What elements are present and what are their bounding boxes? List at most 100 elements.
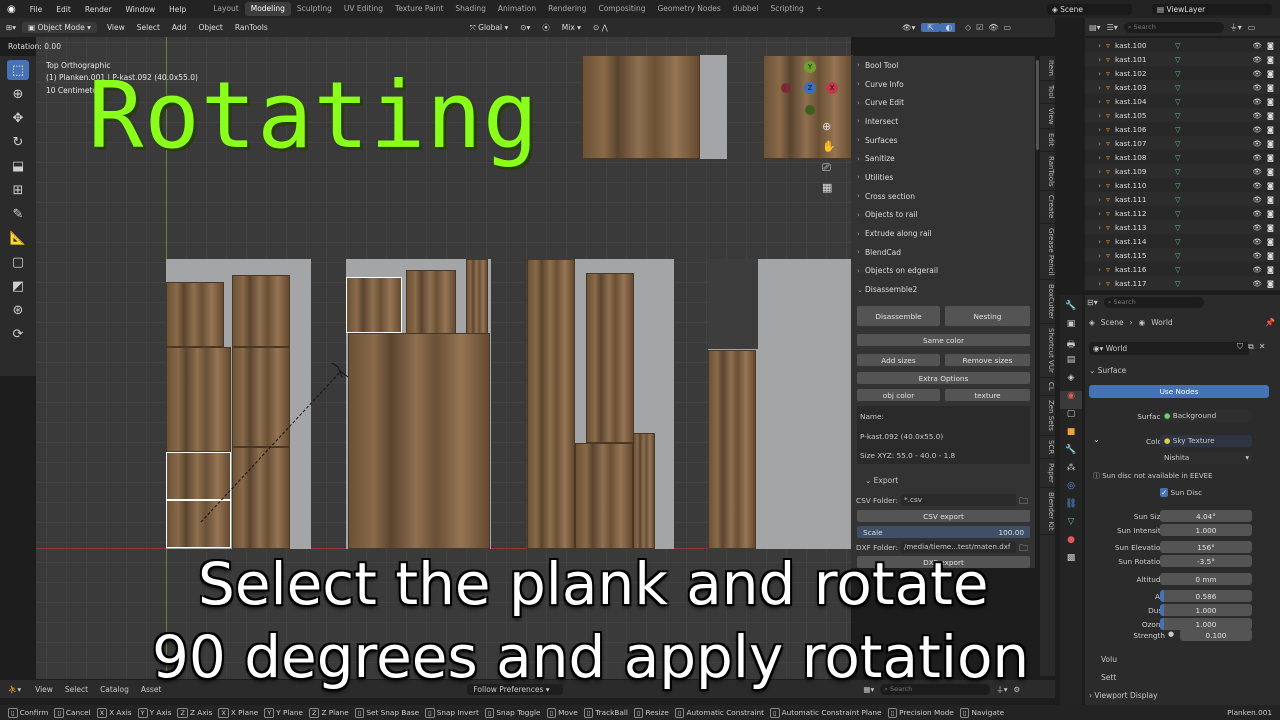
physics-props-icon[interactable]: ◎ — [1060, 481, 1082, 499]
eye-icon[interactable]: 👁 — [1253, 69, 1262, 78]
close-icon[interactable]: ✕ — [1259, 342, 1266, 352]
outliner-row[interactable]: › ▿ kast.108 ▽ 👁 ◙ — [1085, 150, 1280, 164]
outliner-editor-icon[interactable]: ▤▾ — [1089, 23, 1101, 32]
camera-icon[interactable]: ◙ — [1267, 125, 1274, 134]
outliner-row[interactable]: › ▿ kast.102 ▽ 👁 ◙ — [1085, 66, 1280, 80]
menu-view-bottom[interactable]: View — [29, 685, 59, 694]
same-color-button[interactable]: Same color — [857, 334, 1030, 346]
prop-field-value[interactable]: 0 mm — [1160, 573, 1252, 585]
props-editor-icon[interactable]: ⊟▾ — [1087, 298, 1098, 307]
render-props-icon[interactable]: ▣ — [1060, 319, 1082, 337]
eye-icon[interactable]: 👁 — [1253, 265, 1262, 274]
expand-arrow-icon[interactable]: › — [1087, 167, 1101, 176]
tab-dubbel[interactable]: dubbel — [727, 2, 765, 16]
eye-icon[interactable]: 👁 — [1253, 97, 1262, 106]
tab-scripting[interactable]: Scripting — [764, 2, 809, 16]
snap-tool-icon[interactable]: ⊛ — [7, 300, 29, 320]
outliner-row[interactable]: › ▿ kast.104 ▽ 👁 ◙ — [1085, 94, 1280, 108]
panel-objects-on-edgerail[interactable]: › Objects on edgerail — [851, 262, 1035, 281]
strength-field[interactable]: 0.100 — [1180, 629, 1252, 641]
new-collection-icon[interactable]: ▭ — [1248, 23, 1256, 32]
menu-help[interactable]: Help — [162, 5, 193, 14]
checkbox-icon[interactable]: ☑ — [976, 23, 983, 32]
outliner-row[interactable]: › ▿ kast.107 ▽ 👁 ◙ — [1085, 136, 1280, 150]
shield-icon[interactable]: ⛉ — [1237, 342, 1243, 352]
tab-zen-sets[interactable]: Zen Sets — [1040, 396, 1055, 436]
expand-arrow-icon[interactable]: › — [1087, 195, 1101, 204]
editor-type-icon[interactable]: ⊞▾ — [0, 23, 22, 32]
gizmo-y-axis[interactable]: Y — [804, 61, 816, 73]
camera-icon[interactable]: ▭ — [1003, 23, 1011, 32]
duplicate-icon[interactable]: ⧉ — [1248, 342, 1254, 352]
grid-view-icon[interactable]: ▦ — [822, 181, 832, 194]
extra-options-button[interactable]: Extra Options — [857, 372, 1030, 384]
tab-tool[interactable]: Tool — [1040, 81, 1055, 104]
tab-paper[interactable]: Paper — [1040, 459, 1055, 488]
settings-header[interactable]: Sett — [1101, 673, 1116, 682]
menu-edit[interactable]: Edit — [49, 5, 78, 14]
outliner-row[interactable]: › ▿ kast.100 ▽ 👁 ◙ — [1085, 38, 1280, 52]
sky-type-dropdown[interactable]: Nishita ▾ — [1160, 452, 1252, 464]
tab-geometry-nodes[interactable]: Geometry Nodes — [651, 2, 726, 16]
remove-sizes-button[interactable]: Remove sizes — [945, 354, 1030, 366]
navigation-gizmo[interactable]: Y X Z — [776, 59, 846, 129]
eye-icon[interactable]: 👁 — [1253, 139, 1262, 148]
surface-header[interactable]: ⌄ Surface — [1089, 366, 1126, 375]
world-props-icon[interactable]: ◉ — [1060, 391, 1082, 409]
diamond-icon[interactable]: ◇ — [965, 23, 971, 32]
camera-icon[interactable]: ◙ — [1267, 251, 1274, 260]
mode-dropdown[interactable]: ▣ Object Mode ▾ — [22, 22, 97, 33]
camera-icon[interactable]: ◙ — [1267, 181, 1274, 190]
camera-icon[interactable]: ◙ — [1267, 279, 1274, 288]
expand-arrow-icon[interactable]: › — [1087, 83, 1101, 92]
viewlayer-selector[interactable]: ▤ ViewLayer — [1152, 3, 1272, 15]
tab-shortcut-vur[interactable]: Shortcut VUr — [1040, 324, 1055, 378]
outliner-row[interactable]: › ▿ kast.101 ▽ 👁 ◙ — [1085, 52, 1280, 66]
cursor-tool-icon[interactable]: ⊕ — [7, 84, 29, 104]
constraints-props-icon[interactable]: ⛓ — [1060, 499, 1082, 517]
expand-arrow-icon[interactable]: › — [1087, 97, 1101, 106]
eye-icon[interactable]: 👁 — [1253, 125, 1262, 134]
proportional-edit-icon[interactable]: ⊙ ⋀ — [587, 23, 614, 32]
use-nodes-button[interactable]: Use Nodes — [1089, 385, 1269, 398]
view-layer-props-icon[interactable]: ▤ — [1060, 355, 1082, 373]
eye-icon[interactable]: 👁 — [1253, 181, 1262, 190]
select-tool-icon[interactable]: ⬚ — [7, 60, 29, 80]
blender-logo-icon[interactable]: ◉ — [0, 4, 23, 15]
camera-icon[interactable]: ◙ — [1267, 55, 1274, 64]
outliner-search[interactable]: ⌕ Search — [1123, 21, 1224, 33]
prop-field-value[interactable]: 4.04° — [1160, 510, 1252, 522]
panel-curve-edit[interactable]: › Curve Edit — [851, 93, 1035, 112]
menu-render[interactable]: Render — [78, 5, 119, 14]
collection-props-icon[interactable]: ▢ — [1060, 409, 1082, 427]
sun-disc-checkbox[interactable]: ✓ Sun Disc — [1160, 488, 1202, 497]
tab-create[interactable]: Create — [1040, 191, 1055, 224]
camera-icon[interactable]: ◙ — [1267, 237, 1274, 246]
eye-icon[interactable]: 👁 — [1253, 209, 1262, 218]
snap-icon[interactable]: ⦿ — [536, 22, 556, 33]
pin-icon[interactable]: 📌 — [1265, 318, 1275, 327]
outliner-row[interactable]: › ▿ kast.117 ▽ 👁 ◙ — [1085, 276, 1280, 290]
rotate-tool-icon[interactable]: ↻ — [7, 132, 29, 152]
scale-tool-icon[interactable]: ⬓ — [7, 156, 29, 176]
csv-folder-icon[interactable]: 🗀 — [1019, 494, 1028, 510]
color-value[interactable]: ● Sky Texture — [1160, 435, 1252, 447]
surface-value[interactable]: ● Background — [1160, 410, 1252, 422]
outliner-row[interactable]: › ▿ kast.110 ▽ 👁 ◙ — [1085, 178, 1280, 192]
scale-field[interactable]: Scale 100.00 — [857, 526, 1030, 538]
modifier-props-icon[interactable]: 🔧 — [1060, 445, 1082, 463]
expand-arrow-icon[interactable]: › — [1087, 181, 1101, 190]
menu-select[interactable]: Select — [131, 23, 166, 32]
move-tool-icon[interactable]: ✥ — [7, 108, 29, 128]
props-search[interactable]: ⌕ Search — [1103, 296, 1204, 308]
eye-icon[interactable]: 👁 — [1253, 279, 1262, 288]
panel-disassemble2[interactable]: ⌄ Disassemble2 — [851, 280, 1035, 299]
prop-field-value[interactable]: 1.000 — [1160, 524, 1252, 536]
filter-icon[interactable]: ⏚▾ — [1230, 22, 1242, 33]
eye-icon[interactable]: 👁 — [1253, 223, 1262, 232]
tab-uv-editing[interactable]: UV Editing — [338, 2, 389, 16]
panel-sanitize[interactable]: › Sanitize — [851, 149, 1035, 168]
dxf-folder-icon[interactable]: 🗀 — [1019, 541, 1028, 557]
tab-boxcutter[interactable]: BoxCutter — [1040, 280, 1055, 325]
menu-add[interactable]: Add — [166, 23, 193, 32]
